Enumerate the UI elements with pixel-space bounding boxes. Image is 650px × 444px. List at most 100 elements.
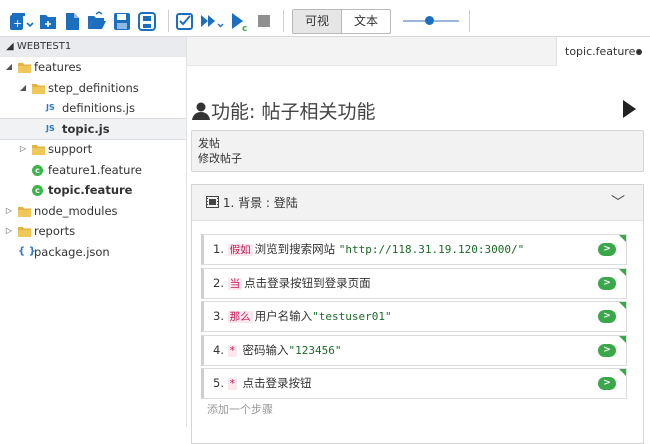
step-text: 用户名输入 — [254, 309, 313, 323]
tree-item[interactable]: ▷ reports — [0, 221, 186, 242]
step-argument: "testuser01" — [312, 310, 392, 323]
tab-topic-feature[interactable]: topic.feature — [556, 37, 650, 66]
svg-text:c: c — [242, 24, 247, 32]
tree-item[interactable]: ◢ step_definitions — [0, 78, 186, 99]
step-status-corner — [619, 335, 626, 343]
folder-icon — [18, 206, 31, 217]
new-file-icon[interactable]: + — [8, 10, 34, 32]
run-step-icon[interactable]: > — [598, 377, 616, 390]
text-view-button[interactable]: 文本 — [342, 10, 390, 33]
tab-bar: topic.feature — [187, 37, 650, 66]
step-number: 2. — [213, 275, 228, 290]
view-toggle: 可视 文本 — [292, 8, 392, 34]
step-argument: "http://118.31.19.120:3000/" — [338, 243, 525, 256]
tree-item-label: step_definitions — [48, 80, 139, 95]
validate-icon[interactable] — [175, 10, 195, 32]
step-keyword: * — [227, 378, 237, 390]
feature-title-text: 功能: 帖子相关功能 — [211, 101, 376, 123]
collapse-arrow-icon[interactable]: ▷ — [18, 139, 28, 160]
explorer-root-label: WEBTEST1 — [16, 41, 72, 52]
tree-item-label: package.json — [34, 244, 110, 259]
save-all-icon[interactable] — [136, 10, 158, 32]
run-feature-icon[interactable] — [623, 100, 636, 118]
collapse-arrow-icon[interactable]: ▷ — [4, 221, 14, 242]
background-title: 1. 背景 : 登陆 — [222, 196, 298, 210]
expand-arrow-icon[interactable]: ◢ — [18, 78, 28, 99]
user-icon — [192, 102, 210, 120]
cucumber-file-icon: c — [32, 185, 43, 196]
run-step-icon[interactable]: > — [598, 243, 616, 256]
tree-item[interactable]: c feature1.feature — [0, 160, 186, 181]
new-folder-icon[interactable] — [38, 10, 58, 32]
js-file-icon: JS — [46, 103, 55, 112]
step-text: 浏览到搜索网站 — [254, 242, 339, 256]
save-icon[interactable] — [112, 10, 132, 32]
step-row[interactable]: 4. * 密码输入"123456" > — [201, 334, 627, 366]
tree-item-label: topic.js — [62, 121, 110, 136]
run-coverage-icon[interactable]: c — [229, 10, 251, 32]
run-step-icon[interactable]: > — [598, 276, 616, 290]
explorer-root[interactable]: ◢ WEBTEST1 — [0, 37, 186, 57]
tree-item[interactable]: ▷ node_modules — [0, 201, 186, 222]
folder-icon — [32, 145, 45, 155]
toolbar-divider — [283, 10, 284, 32]
toolbar-divider — [469, 10, 471, 32]
stop-icon[interactable] — [255, 10, 273, 32]
run-step-icon[interactable]: > — [598, 343, 616, 357]
step-row[interactable]: 2. 当点击登录按钮到登录页面 > — [201, 267, 627, 299]
tree-item-label: topic.feature — [48, 183, 133, 197]
toolbar-divider — [168, 10, 169, 32]
step-argument: "123456" — [288, 343, 342, 357]
description-line: 修改帖子 — [198, 152, 242, 165]
expand-arrow-icon[interactable]: ◢ — [4, 57, 14, 78]
tree-item[interactable]: JS definitions.js — [0, 98, 186, 119]
chevron-down-icon[interactable]: ﹀ — [611, 185, 625, 221]
js-file-icon: JS — [46, 123, 55, 133]
step-text: 密码输入 — [238, 342, 289, 357]
film-icon — [206, 196, 219, 208]
open-folder-icon[interactable] — [86, 10, 108, 32]
background-header[interactable]: 1. 背景 : 登陆 ﹀ — [192, 185, 643, 221]
tree-item[interactable]: { } package.json — [0, 242, 186, 263]
step-row[interactable]: 3. 那么 用户名输入"testuser01" > — [201, 301, 627, 332]
zoom-slider[interactable] — [403, 10, 460, 32]
step-status-corner — [619, 235, 626, 242]
run-all-icon[interactable] — [199, 10, 225, 32]
add-step-button[interactable]: 添加一个步骤 — [207, 401, 273, 417]
step-number: 1. — [213, 242, 228, 256]
tree-item[interactable]: c topic.feature — [0, 180, 186, 201]
run-step-icon[interactable]: > — [598, 310, 616, 323]
description-line: 发帖 — [198, 137, 220, 150]
tree-item[interactable]: JS topic.js — [0, 117, 187, 140]
editor-pane: topic.feature 功能: 帖子相关功能 发帖 修改帖子 1. 背景 :… — [186, 37, 650, 444]
step-number: 4. — [213, 342, 228, 357]
feature-description[interactable]: 发帖 修改帖子 — [191, 130, 644, 172]
tree-item-label: definitions.js — [62, 101, 135, 115]
step-keyword: 假如 — [227, 244, 253, 256]
visual-view-button[interactable]: 可视 — [293, 9, 343, 33]
file-explorer: ◢ WEBTEST1 ◢ features ◢ step_definitions JS d… — [0, 37, 187, 427]
feature-title[interactable]: 功能: 帖子相关功能 — [191, 97, 375, 124]
new-document-icon[interactable] — [62, 10, 82, 32]
step-row[interactable]: 5. * 点击登录按钮 > — [201, 368, 627, 399]
step-status-corner — [619, 302, 626, 309]
unsaved-dot-icon[interactable] — [636, 49, 642, 55]
tree-item[interactable]: ▷ support — [0, 139, 186, 160]
tree-item-label: features — [34, 60, 82, 74]
step-keyword: * — [227, 344, 237, 357]
svg-text:+: + — [13, 17, 22, 30]
step-text: 点击登录按钮到登录页面 — [244, 275, 371, 290]
step-row[interactable]: 1. 假如 浏览到搜索网站 "http://118.31.19.120:3000/… — [201, 234, 627, 265]
tab-label: topic.feature — [565, 45, 636, 58]
tree-item[interactable]: ◢ features — [0, 57, 186, 78]
zoom-slider-thumb[interactable] — [425, 16, 435, 25]
step-keyword: 当 — [227, 277, 243, 290]
step-status-corner — [619, 268, 626, 276]
cucumber-file-icon: c — [32, 164, 43, 176]
file-tree: ◢ features ◢ step_definitions JS definitions.… — [0, 57, 187, 263]
step-text: 点击登录按钮 — [238, 376, 312, 390]
tree-item-label: feature1.feature — [48, 162, 143, 177]
step-number: 5. — [213, 376, 228, 390]
tree-item-label: reports — [34, 224, 76, 238]
collapse-arrow-icon[interactable]: ▷ — [4, 201, 14, 222]
